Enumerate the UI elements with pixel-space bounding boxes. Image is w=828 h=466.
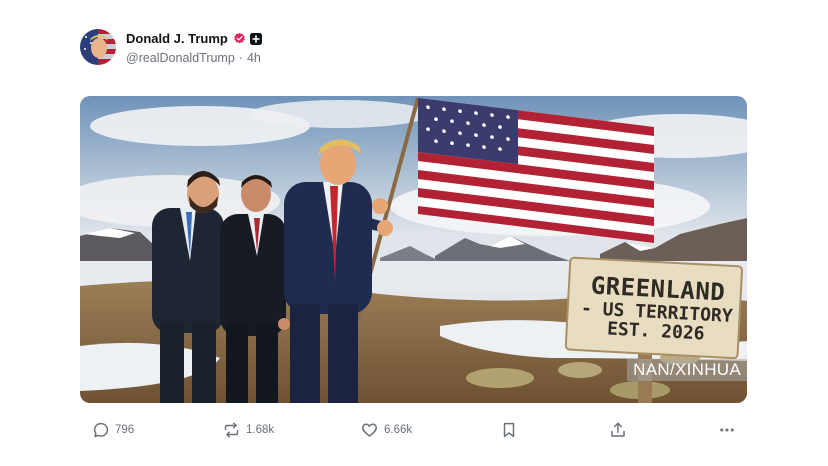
verified-badge-icon xyxy=(234,33,245,44)
post-header: Donald J. Trump @realDonaldTrump · 4h xyxy=(80,29,262,65)
like-button[interactable]: 6.66k xyxy=(360,418,412,442)
separator: · xyxy=(238,50,243,65)
heart-icon xyxy=(362,423,377,437)
greenland-sign: GREENLAND - US TERRITORY EST. 2026 xyxy=(570,260,744,359)
watermark: NAN/XINHUA xyxy=(627,359,747,381)
handle[interactable]: @realDonaldTrump xyxy=(126,52,235,65)
reply-count: 796 xyxy=(115,424,135,436)
share-icon xyxy=(611,422,625,437)
avatar[interactable] xyxy=(80,29,116,65)
repost-button[interactable]: 1.68k xyxy=(222,418,274,442)
bookmark-icon xyxy=(503,422,515,438)
bookmark-button[interactable] xyxy=(500,418,518,442)
repost-icon xyxy=(224,422,239,438)
like-count: 6.66k xyxy=(384,424,413,436)
more-dots-icon xyxy=(720,428,734,432)
reply-button[interactable]: 796 xyxy=(92,418,134,442)
display-name[interactable]: Donald J. Trump xyxy=(126,32,228,45)
repost-count: 1.68k xyxy=(246,424,275,436)
share-button[interactable] xyxy=(609,418,627,442)
affiliate-plus-icon xyxy=(249,32,262,45)
timestamp[interactable]: 4h xyxy=(247,52,261,65)
post-image[interactable]: GREENLAND - US TERRITORY EST. 2026 NAN/X… xyxy=(80,96,747,403)
sign-line-3: EST. 2026 xyxy=(606,318,706,345)
action-bar: 796 1.68k 6.66k xyxy=(80,418,747,442)
reply-icon xyxy=(93,422,109,438)
more-options-button[interactable] xyxy=(718,418,736,442)
